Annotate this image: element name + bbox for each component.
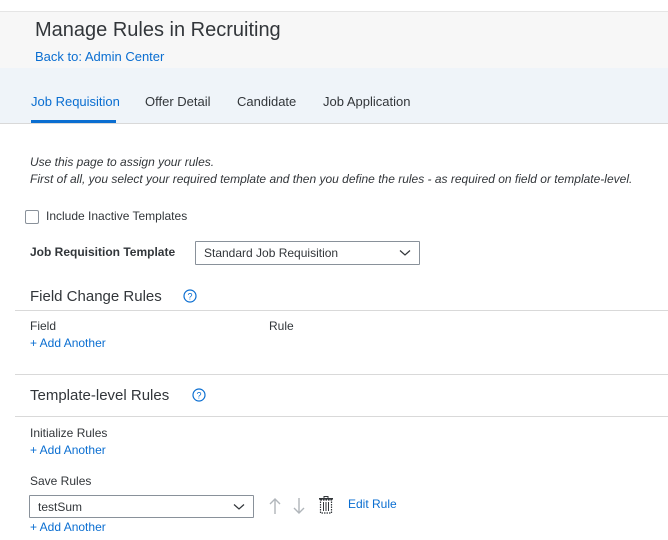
- chevron-down-icon: [233, 504, 245, 510]
- chevron-down-icon: [399, 250, 411, 256]
- template-level-rules-title: Template-level Rules: [30, 387, 170, 404]
- divider: [15, 310, 668, 311]
- edit-rule-link[interactable]: Edit Rule: [348, 497, 397, 511]
- page-title: Manage Rules in Recruiting: [35, 19, 281, 41]
- include-inactive-checkbox[interactable]: [25, 210, 39, 224]
- template-select-label: Job Requisition Template: [30, 245, 176, 259]
- help-icon[interactable]: ?: [192, 388, 206, 402]
- save-rules-label: Save Rules: [30, 474, 92, 488]
- page-header: Manage Rules in Recruiting Back to: Admi…: [0, 11, 668, 68]
- intro-line-1: Use this page to assign your rules.: [30, 155, 215, 169]
- intro-text: Use this page to assign your rules. Firs…: [30, 154, 632, 188]
- move-down-icon[interactable]: [292, 497, 306, 515]
- field-column-header: Field: [30, 319, 57, 333]
- divider: [15, 416, 668, 417]
- add-save-rule-link[interactable]: + Add Another: [30, 520, 106, 534]
- svg-text:?: ?: [196, 391, 201, 401]
- active-tab-indicator: [31, 120, 116, 123]
- initialize-rules-label: Initialize Rules: [30, 426, 108, 440]
- add-field-rule-link[interactable]: + Add Another: [30, 336, 106, 350]
- intro-line-2: First of all, you select your required t…: [30, 172, 633, 186]
- tab-job-requisition[interactable]: Job Requisition: [31, 94, 120, 109]
- trash-icon[interactable]: [318, 496, 334, 514]
- help-icon[interactable]: ?: [183, 289, 197, 303]
- add-initialize-rule-link[interactable]: + Add Another: [30, 443, 106, 457]
- back-to-admin-center-link[interactable]: Back to: Admin Center: [35, 49, 164, 64]
- tab-candidate[interactable]: Candidate: [237, 94, 296, 109]
- include-inactive-label: Include Inactive Templates: [46, 209, 188, 223]
- template-select-value: Standard Job Requisition: [204, 246, 339, 260]
- tab-offer-detail[interactable]: Offer Detail: [145, 94, 211, 109]
- tab-bar: Job Requisition Offer Detail Candidate J…: [0, 68, 668, 124]
- rule-column-header: Rule: [269, 319, 294, 333]
- template-select[interactable]: Standard Job Requisition: [195, 241, 420, 265]
- manage-rules-page: Manage Rules in Recruiting Back to: Admi…: [0, 0, 668, 540]
- save-rule-select-value: testSum: [38, 500, 83, 514]
- field-change-rules-title: Field Change Rules: [30, 288, 162, 305]
- tab-job-application[interactable]: Job Application: [323, 94, 410, 109]
- divider: [15, 374, 668, 375]
- save-rule-select[interactable]: testSum: [29, 495, 254, 518]
- move-up-icon[interactable]: [268, 497, 282, 515]
- svg-text:?: ?: [187, 292, 192, 302]
